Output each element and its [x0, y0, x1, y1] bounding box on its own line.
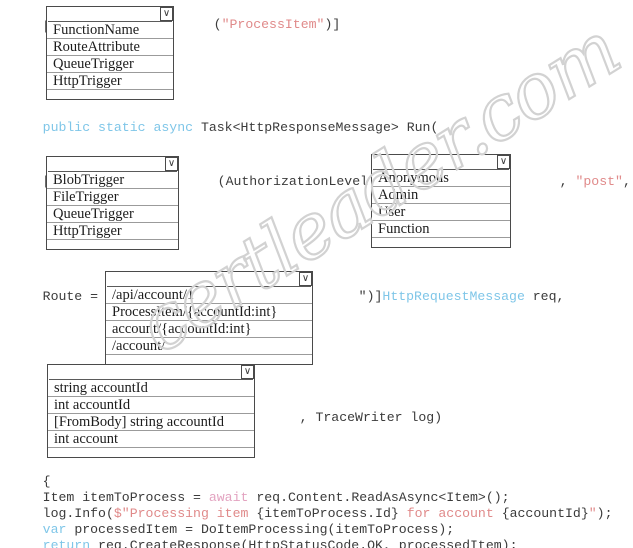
- dropdown-route-template[interactable]: ∨ /api/account/1 ProcessItem/{accountId:…: [105, 271, 313, 365]
- dropdown-binding-attribute-options: BlobTrigger FileTrigger QueueTrigger Htt…: [47, 172, 178, 240]
- list-item[interactable]: QueueTrigger: [47, 56, 173, 73]
- list-item[interactable]: FunctionName: [47, 22, 173, 39]
- code-line-1-open-bracket: [: [11, 3, 51, 51]
- code-line-1-suffix: ("ProcessItem")]: [182, 1, 341, 49]
- dropdown-route-template-options: /api/account/1 ProcessItem/{accountId:in…: [106, 287, 312, 355]
- chevron-down-icon[interactable]: ∨: [160, 7, 173, 21]
- chevron-down-icon[interactable]: ∨: [299, 272, 312, 286]
- list-item[interactable]: Anonymous: [372, 170, 510, 187]
- paren-open: (: [213, 17, 222, 32]
- dropdown-trigger-attribute-tail: [47, 90, 173, 99]
- code-line-3-open-bracket: [: [11, 158, 51, 206]
- list-item[interactable]: int account: [48, 431, 254, 448]
- dropdown-binding-attribute-select[interactable]: ∨: [48, 157, 178, 172]
- type-http-request-message: HttpRequestMessage: [382, 289, 525, 304]
- list-item[interactable]: HttpTrigger: [47, 73, 173, 90]
- list-item[interactable]: Function: [372, 221, 510, 238]
- chevron-down-icon[interactable]: ∨: [165, 157, 178, 171]
- dropdown-trigger-attribute-select[interactable]: ∨: [48, 7, 173, 22]
- list-item[interactable]: account/{accountId:int}: [106, 321, 312, 338]
- dropdown-route-template-tail: [106, 355, 312, 364]
- code-line-3-authorization-prefix: (AuthorizationLevel.: [186, 158, 376, 206]
- code-line-3-post-argument: , "post",: [528, 158, 631, 206]
- list-item[interactable]: string accountId: [48, 380, 254, 397]
- list-item[interactable]: /account/: [106, 338, 312, 355]
- paren-bracket-close: )]: [324, 17, 341, 32]
- code-body-line-4: return req.CreateResponse(HttpStatusCode…: [11, 522, 518, 548]
- code-line-2-signature: public static async Task<HttpResponseMes…: [11, 104, 439, 152]
- dropdown-authorization-level-tail: [372, 238, 510, 247]
- dropdown-authorization-level-options: Anonymous Admin User Function: [372, 170, 510, 238]
- list-item[interactable]: /api/account/1: [106, 287, 312, 304]
- dropdown-route-template-select[interactable]: ∨: [107, 272, 312, 287]
- chevron-down-icon[interactable]: ∨: [497, 155, 510, 169]
- list-item[interactable]: [FromBody] string accountId: [48, 414, 254, 431]
- method-signature-rest: Task<HttpResponseMessage> Run(: [193, 120, 439, 135]
- comma-2: ,: [622, 174, 631, 189]
- dropdown-authorization-level-select[interactable]: ∨: [373, 155, 510, 170]
- list-item[interactable]: User: [372, 204, 510, 221]
- dropdown-trigger-attribute[interactable]: ∨ FunctionName RouteAttribute QueueTrigg…: [46, 6, 174, 100]
- keyword-public-static-async: public static async: [42, 120, 194, 135]
- list-item[interactable]: HttpTrigger: [47, 223, 178, 240]
- list-item[interactable]: BlobTrigger: [47, 172, 178, 189]
- dropdown-parameter-binding-select[interactable]: ∨: [49, 365, 254, 380]
- dropdown-parameter-binding-options: string accountId int accountId [FromBody…: [48, 380, 254, 448]
- list-item[interactable]: FileTrigger: [47, 189, 178, 206]
- question-image-canvas: certleader.com [ ("ProcessItem")] ∨ Func…: [0, 0, 633, 548]
- list-item[interactable]: ProcessItem/{accountId:int}: [106, 304, 312, 321]
- authorization-level-text: (AuthorizationLevel.: [217, 174, 376, 189]
- string-interp-part-3: ": [588, 506, 597, 521]
- list-item[interactable]: RouteAttribute: [47, 39, 173, 56]
- interp-account-id: {accountId}: [501, 506, 589, 521]
- dropdown-binding-attribute-tail: [47, 240, 178, 249]
- route-assignment-text: Route = ": [42, 289, 114, 304]
- code-body-close-brace: }: [11, 538, 51, 548]
- dropdown-authorization-level[interactable]: ∨ Anonymous Admin User Function: [371, 154, 511, 248]
- dropdown-trigger-attribute-options: FunctionName RouteAttribute QueueTrigger…: [47, 22, 173, 90]
- route-close-text: ")]: [358, 289, 383, 304]
- code-line-5-trace-writer: , TraceWriter log): [268, 394, 442, 442]
- stmt-create-response: req.CreateResponse(HttpStatusCode.OK, pr…: [90, 538, 518, 548]
- param-trace-writer-log: , TraceWriter log): [299, 410, 443, 425]
- code-line-4-route-prefix: Route = ": [11, 273, 114, 321]
- string-process-item: "ProcessItem": [221, 17, 325, 32]
- dropdown-parameter-binding[interactable]: ∨ string accountId int accountId [FromBo…: [47, 364, 255, 458]
- code-line-4-suffix: ")]HttpRequestMessage req,: [327, 273, 565, 321]
- chevron-down-icon[interactable]: ∨: [241, 365, 254, 379]
- dropdown-binding-attribute[interactable]: ∨ BlobTrigger FileTrigger QueueTrigger H…: [46, 156, 179, 250]
- comma-1: ,: [559, 174, 576, 189]
- dropdown-parameter-binding-tail: [48, 448, 254, 457]
- list-item[interactable]: int accountId: [48, 397, 254, 414]
- stmt-log-info-close: );: [596, 506, 613, 521]
- string-post: "post": [575, 174, 623, 189]
- param-req: req,: [524, 289, 565, 304]
- list-item[interactable]: Admin: [372, 187, 510, 204]
- list-item[interactable]: QueueTrigger: [47, 206, 178, 223]
